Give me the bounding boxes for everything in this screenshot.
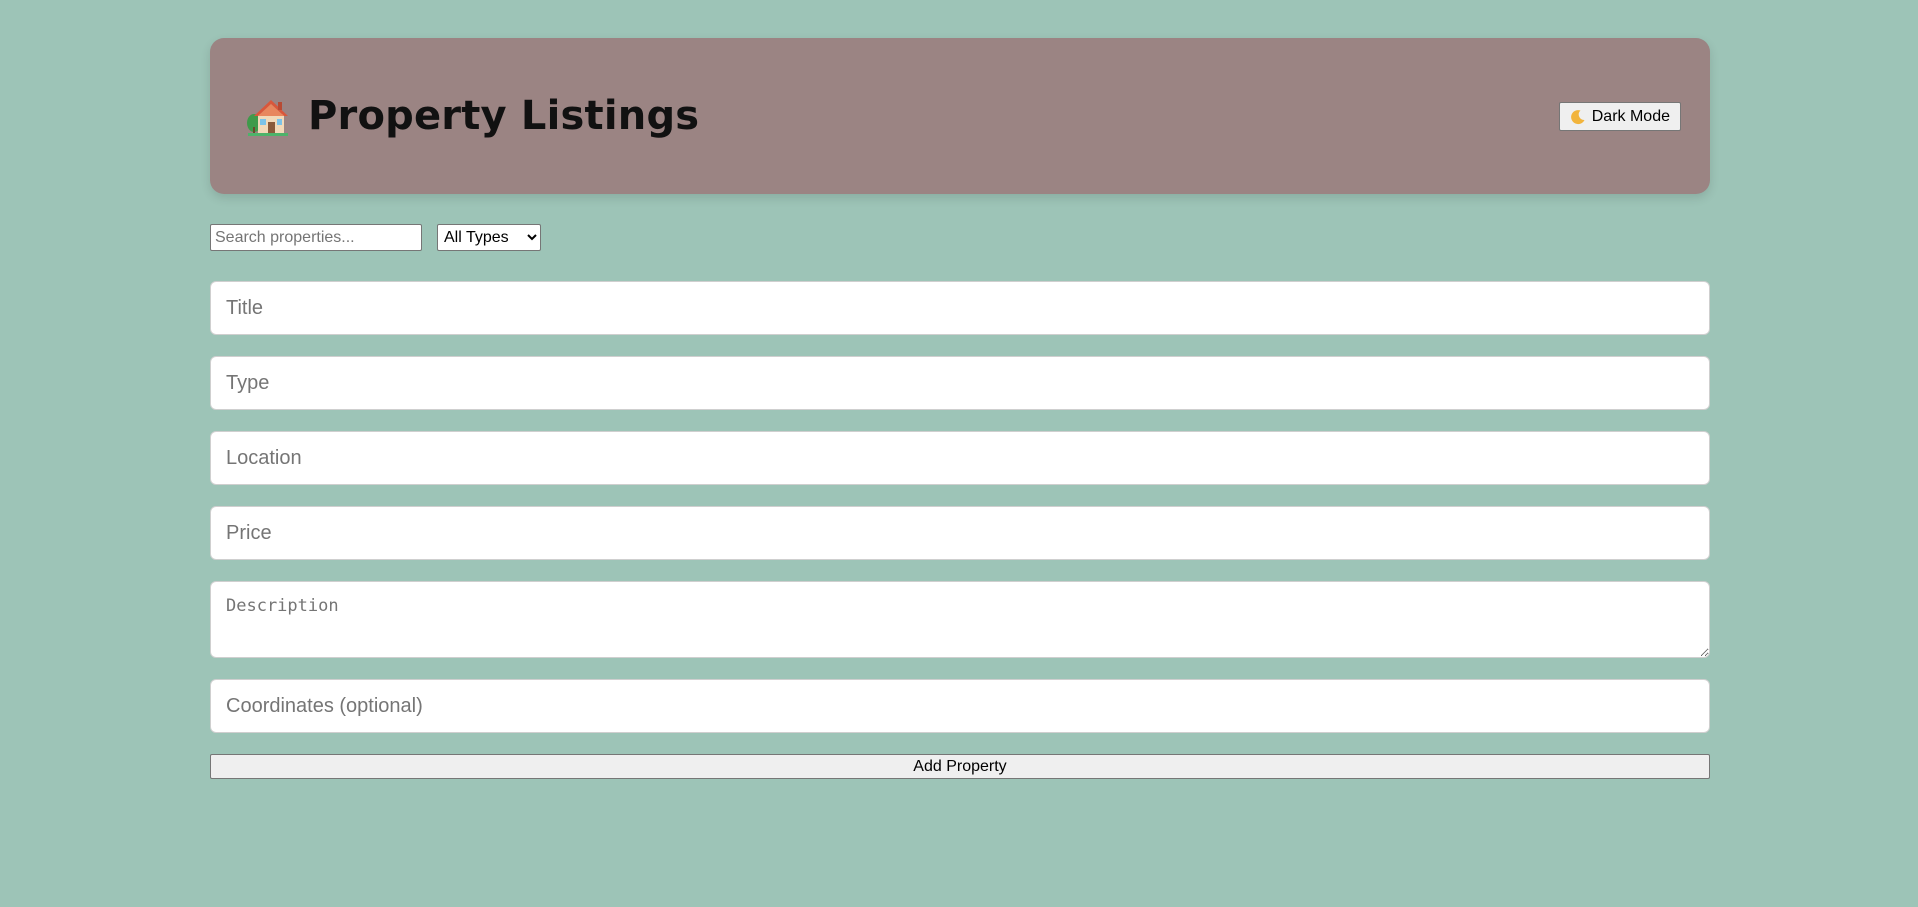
app-container: Property Listings Dark Mode All Types Ad… xyxy=(210,38,1710,779)
dark-mode-label: Dark Mode xyxy=(1591,107,1670,125)
description-textarea[interactable] xyxy=(210,581,1710,658)
house-icon xyxy=(246,96,290,136)
moon-icon xyxy=(1570,109,1586,125)
page-title: Property Listings xyxy=(308,93,700,139)
coordinates-input[interactable] xyxy=(210,679,1710,733)
page-header: Property Listings Dark Mode xyxy=(210,38,1710,194)
search-input[interactable] xyxy=(210,224,422,251)
type-filter-select[interactable]: All Types xyxy=(437,224,541,251)
type-input[interactable] xyxy=(210,356,1710,410)
dark-mode-toggle-button[interactable]: Dark Mode xyxy=(1558,102,1681,131)
add-property-form: Add Property xyxy=(210,281,1710,779)
title-input[interactable] xyxy=(210,281,1710,335)
price-input[interactable] xyxy=(210,506,1710,560)
filter-bar: All Types xyxy=(210,224,1710,251)
brand: Property Listings xyxy=(246,96,699,136)
add-property-button[interactable]: Add Property xyxy=(210,754,1710,779)
location-input[interactable] xyxy=(210,431,1710,485)
